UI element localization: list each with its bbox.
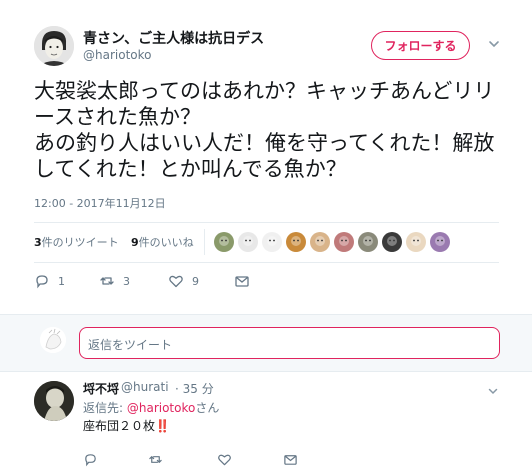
reply-author-name[interactable]: 埒不埒 xyxy=(83,380,119,397)
replying-to-link[interactable]: @hariotoko xyxy=(127,401,195,415)
likes-count: 9 xyxy=(131,236,139,249)
like-count: 9 xyxy=(192,274,199,288)
divider xyxy=(34,262,499,263)
current-user-avatar xyxy=(40,327,66,353)
reply-composer: 返信をツイート xyxy=(0,314,532,372)
double-exclamation-icon: ‼️ xyxy=(155,419,170,433)
retweet-button[interactable] xyxy=(148,450,163,468)
retweet-icon xyxy=(149,455,162,463)
reply-count: 1 xyxy=(58,274,65,288)
author-avatar[interactable] xyxy=(34,26,74,66)
liker-avatar-3[interactable] xyxy=(262,232,282,252)
retweets-stat[interactable]: 3件のリツイート xyxy=(34,234,119,250)
liker-avatar-10[interactable] xyxy=(430,232,450,252)
liker-avatar-1[interactable] xyxy=(214,232,234,252)
reply-icon xyxy=(36,275,48,289)
chevron-down-icon[interactable] xyxy=(487,36,501,50)
reply-icon xyxy=(85,453,96,466)
author-display-name[interactable]: 青さン、ご主人様は抗日デス xyxy=(83,28,264,48)
reply-timestamp[interactable]: · 35 分 xyxy=(175,380,214,397)
reply-tweet: 埒不埒 @hurati · 35 分 返信先: @hariotokoさん 座布団… xyxy=(0,372,532,471)
replying-to: 返信先: @hariotokoさん xyxy=(83,399,219,416)
stats-separator xyxy=(204,229,205,255)
likes-stat[interactable]: 9件のいいね xyxy=(131,234,194,250)
envelope-icon xyxy=(235,276,249,287)
retweets-label: 件のリツイート xyxy=(41,236,119,249)
direct-message-button[interactable] xyxy=(234,272,250,290)
envelope-icon xyxy=(284,454,297,465)
replying-suffix: さん xyxy=(195,401,220,415)
like-button[interactable] xyxy=(217,450,232,468)
heart-icon xyxy=(218,454,231,465)
liker-avatar-7[interactable] xyxy=(358,232,378,252)
retweets-count: 3 xyxy=(34,236,42,249)
author-screen-name[interactable]: @hariotoko xyxy=(83,48,151,62)
liker-avatar-2[interactable] xyxy=(238,232,258,252)
reply-actions xyxy=(83,450,383,466)
chevron-down-icon[interactable] xyxy=(487,382,499,395)
like-button[interactable]: 9 xyxy=(168,272,199,290)
tweet-timestamp[interactable]: 12:00 - 2017年11月12日 xyxy=(34,195,166,211)
reply-input[interactable]: 返信をツイート xyxy=(79,327,500,359)
reply-text-body: 座布団２０枚 xyxy=(83,419,156,433)
reply-author-handle[interactable]: @hurati xyxy=(121,380,169,394)
heart-icon xyxy=(169,275,183,288)
tweet-text: 大袈裟太郎ってのはあれか？キャッチあんどリリースされた魚か？ あの釣り人はいい人… xyxy=(34,79,495,181)
follow-button[interactable]: フォローする xyxy=(371,31,470,60)
reply-text: 座布団２０枚‼️ xyxy=(83,417,170,434)
reply-author-avatar[interactable] xyxy=(34,381,74,421)
direct-message-button[interactable] xyxy=(283,450,298,468)
retweet-button[interactable]: 3 xyxy=(99,272,130,290)
replying-prefix: 返信先: xyxy=(83,401,127,415)
liker-avatar-9[interactable] xyxy=(406,232,426,252)
liker-avatar-6[interactable] xyxy=(334,232,354,252)
divider xyxy=(34,222,499,223)
likes-label: 件のいいね xyxy=(138,236,194,249)
tweet-stats: 3件のリツイート 9件のいいね xyxy=(34,229,504,255)
retweet-count: 3 xyxy=(123,274,130,288)
reply-button[interactable]: 1 xyxy=(34,272,65,290)
tweet-actions: 1 3 9 xyxy=(34,272,334,290)
liker-avatar-4[interactable] xyxy=(286,232,306,252)
tweet-header: 青さン、ご主人様は抗日デス @hariotoko フォローする xyxy=(34,26,514,70)
reply-button[interactable] xyxy=(83,450,98,468)
retweet-icon xyxy=(100,277,114,285)
liker-avatar-5[interactable] xyxy=(310,232,330,252)
liker-avatar-8[interactable] xyxy=(382,232,402,252)
